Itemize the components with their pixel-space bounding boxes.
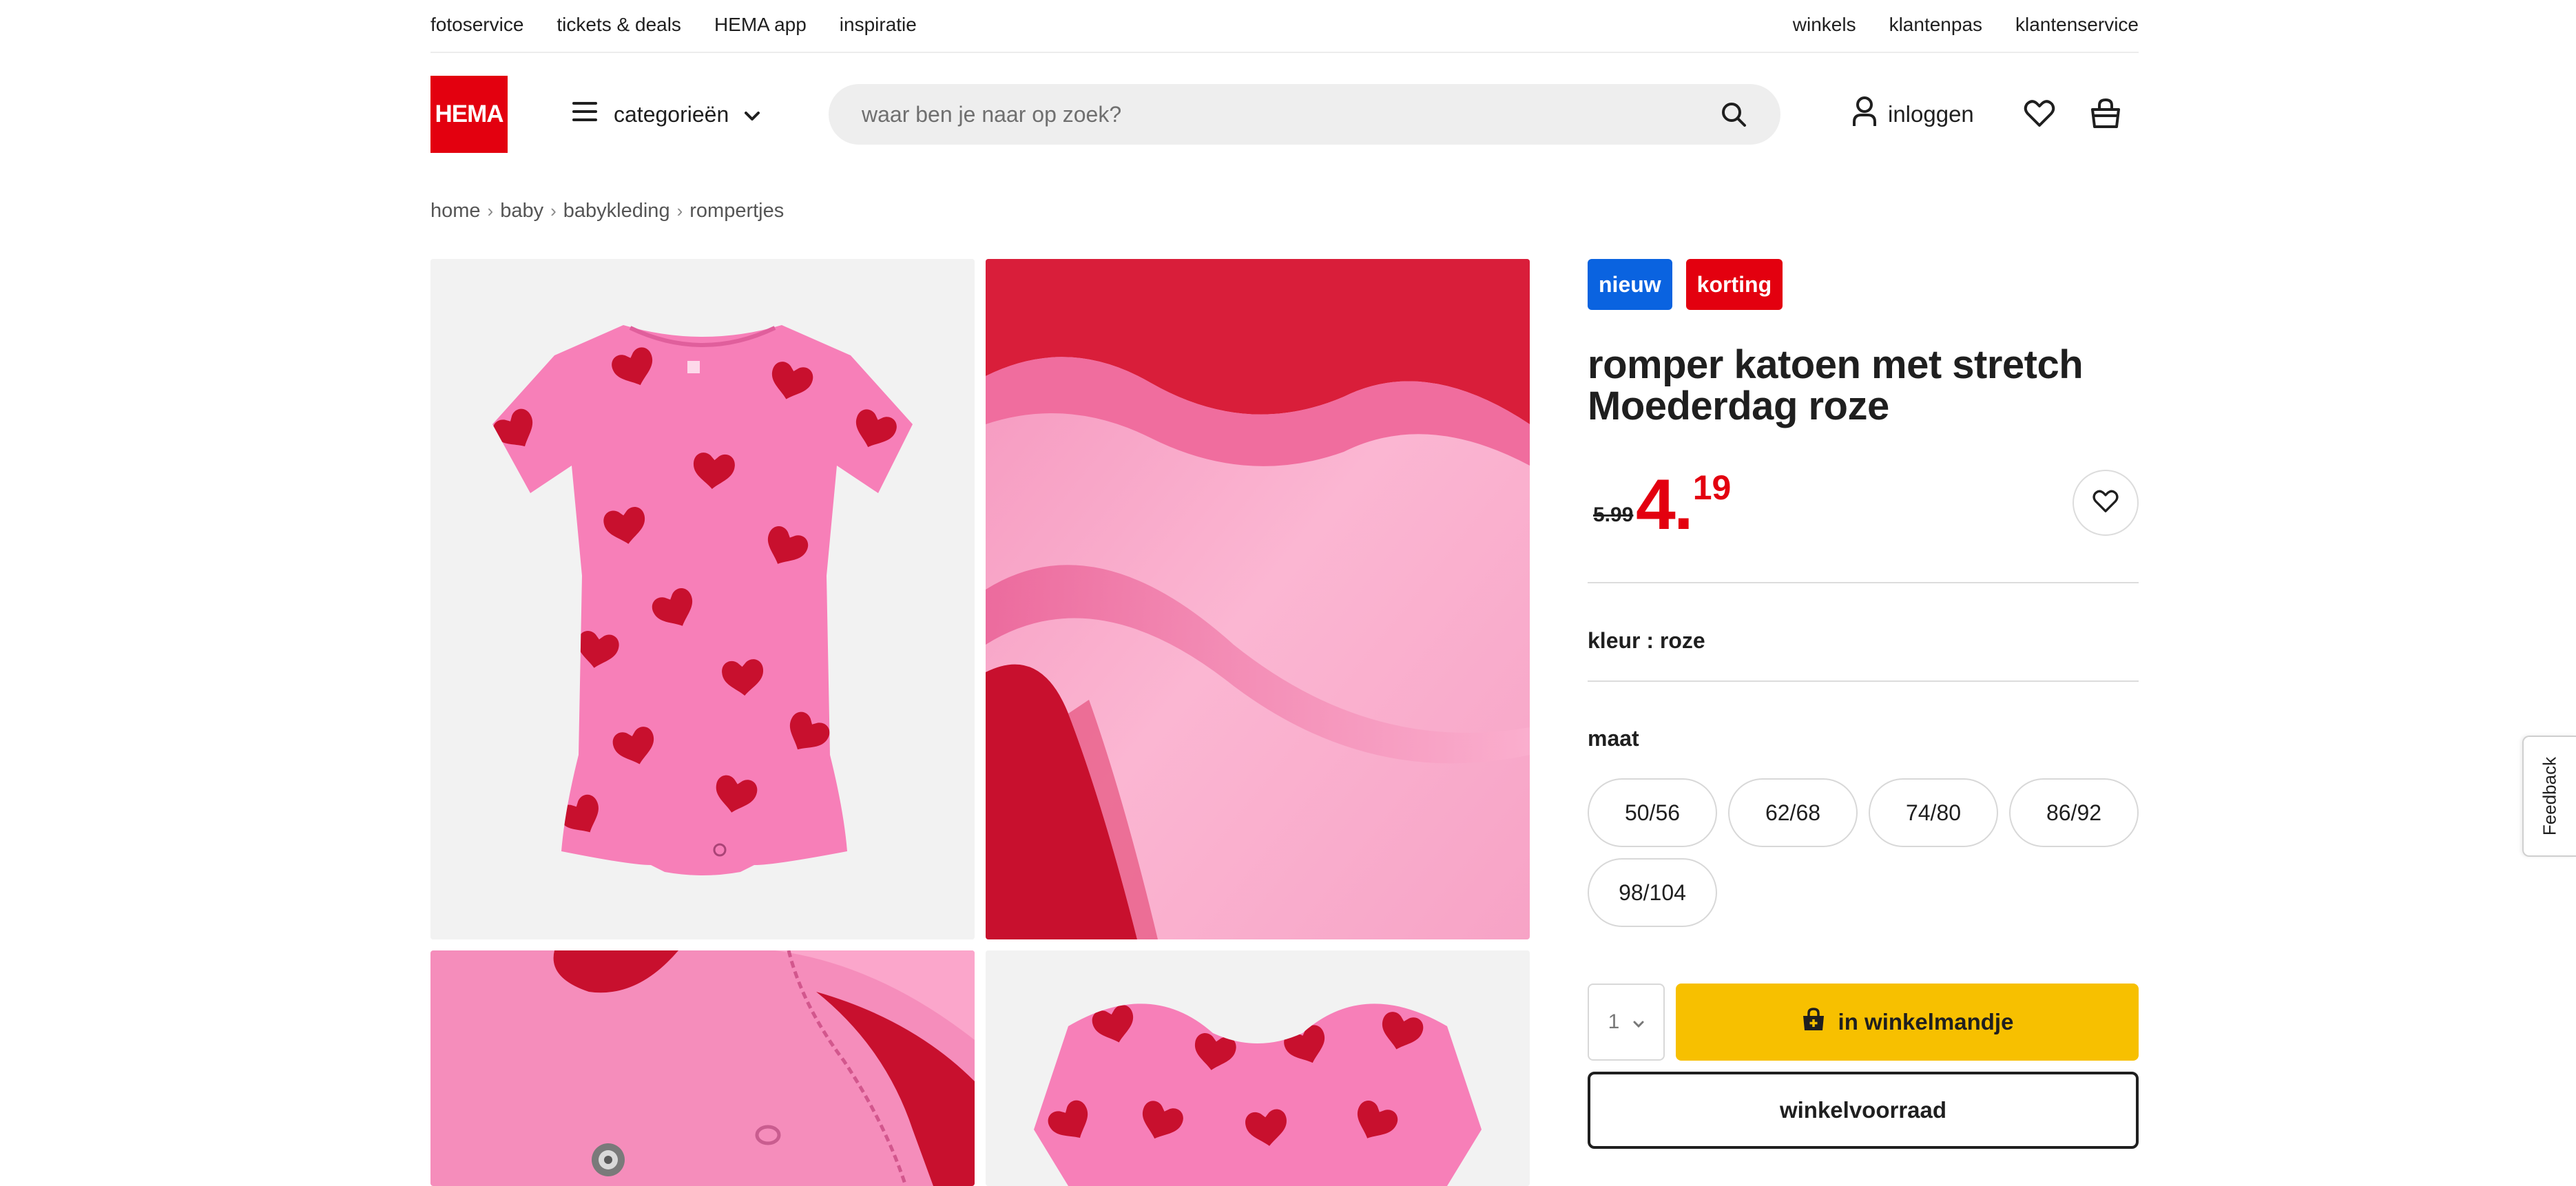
chevron-right-icon: › [487, 200, 494, 221]
breadcrumb-home[interactable]: home [430, 200, 481, 222]
add-to-cart-button[interactable]: in winkelmandje [1676, 984, 2139, 1061]
price-integer: 4. [1636, 465, 1694, 545]
link-tickets-deals[interactable]: tickets & deals [557, 14, 681, 36]
breadcrumb-babykleding[interactable]: babykleding [563, 200, 670, 222]
product-image-back[interactable] [986, 950, 1530, 1186]
size-option-86-92[interactable]: 86/92 [2009, 778, 2139, 847]
size-options: 50/56 62/68 74/80 86/92 98/104 [1588, 778, 2139, 927]
quantity-value: 1 [1608, 1010, 1620, 1033]
size-label: maat [1588, 726, 1639, 751]
search-input[interactable] [862, 84, 1688, 145]
divider [1588, 680, 2139, 682]
login-button[interactable]: inloggen [1852, 96, 1974, 132]
add-to-cart-label: in winkelmandje [1838, 1009, 2014, 1034]
size-option-50-56[interactable]: 50/56 [1588, 778, 1717, 847]
link-klantenservice[interactable]: klantenservice [2015, 14, 2139, 36]
basket-plus-icon [1801, 1007, 1826, 1037]
chevron-down-icon [744, 102, 760, 127]
chevron-right-icon: › [676, 200, 683, 221]
search-icon[interactable] [1720, 101, 1747, 128]
badge-group: nieuw korting [1588, 259, 2139, 310]
feedback-label: Feedback [2539, 756, 2560, 836]
utility-links-right: winkels klantenpas klantenservice [1793, 14, 2139, 36]
product-image-front[interactable] [430, 259, 975, 939]
product-panel: nieuw korting romper katoen met stretch … [1588, 259, 2139, 1149]
store-stock-button[interactable]: winkelvoorraad [1588, 1072, 2139, 1149]
product-image-snap-detail[interactable] [430, 950, 975, 1186]
search-bar [829, 84, 1780, 145]
new-badge: nieuw [1588, 259, 1672, 310]
chevron-down-icon [1633, 1010, 1644, 1034]
user-icon [1852, 96, 1877, 133]
hema-logo[interactable]: HEMA [430, 76, 508, 153]
product-title: romper katoen met stretch Moederdag roze [1588, 342, 2084, 428]
heart-icon[interactable] [2023, 97, 2056, 130]
login-label: inloggen [1888, 101, 1974, 127]
link-fotoservice[interactable]: fotoservice [430, 14, 523, 36]
current-price: 4. 19 [1636, 469, 1731, 541]
menu-icon [571, 100, 599, 129]
heart-icon [2092, 488, 2119, 519]
link-winkels[interactable]: winkels [1793, 14, 1856, 36]
add-to-wishlist-button[interactable] [2073, 470, 2139, 536]
price-decimals: 19 [1692, 468, 1732, 507]
feedback-tab[interactable]: Feedback [2522, 736, 2576, 857]
breadcrumb: home › baby › babykleding › rompertjes [430, 200, 784, 222]
chevron-right-icon: › [550, 200, 557, 221]
quantity-select[interactable]: 1 [1588, 984, 1665, 1061]
breadcrumb-baby[interactable]: baby [500, 200, 543, 222]
size-option-62-68[interactable]: 62/68 [1728, 778, 1858, 847]
color-selection: kleur : roze [1588, 628, 1705, 653]
utility-links-left: fotoservice tickets & deals HEMA app ins… [430, 14, 917, 36]
sale-badge: korting [1685, 259, 1783, 310]
utility-bar: fotoservice tickets & deals HEMA app ins… [430, 0, 2139, 53]
link-klantenpas[interactable]: klantenpas [1889, 14, 1982, 36]
categories-button[interactable]: categorieën [571, 96, 760, 132]
divider [1588, 582, 2139, 583]
categories-label: categorieën [614, 101, 729, 127]
site-header: HEMA categorieën inloggen [430, 53, 2139, 174]
breadcrumb-rompertjes[interactable]: rompertjes [689, 200, 784, 222]
product-image-fabric-detail[interactable] [986, 259, 1530, 939]
link-inspiratie[interactable]: inspiratie [840, 14, 917, 36]
size-option-74-80[interactable]: 74/80 [1869, 778, 1998, 847]
size-option-98-104[interactable]: 98/104 [1588, 858, 1717, 927]
link-hema-app[interactable]: HEMA app [714, 14, 807, 36]
basket-icon[interactable] [2089, 97, 2122, 130]
old-price: 5.99 [1593, 503, 1634, 526]
